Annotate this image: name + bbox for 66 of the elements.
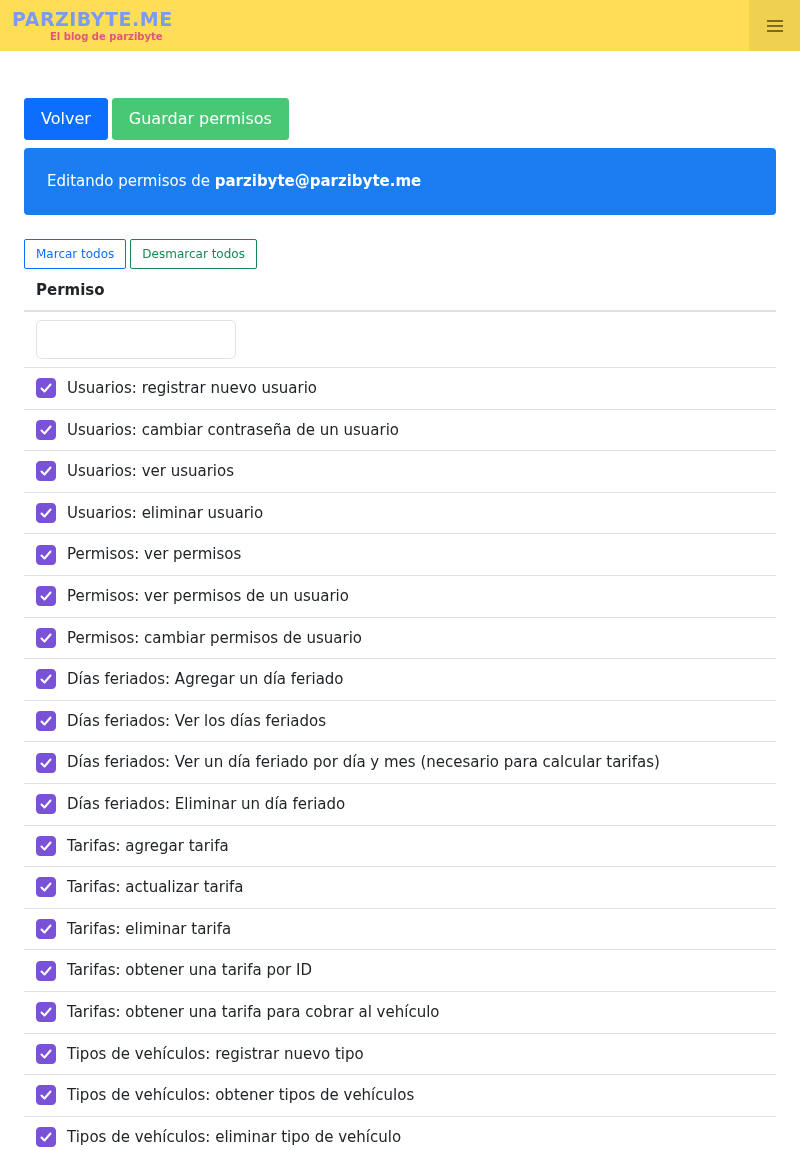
check-icon xyxy=(39,922,53,936)
checkbox[interactable] xyxy=(36,877,56,898)
menu-icon xyxy=(766,19,783,32)
check-icon xyxy=(39,963,53,978)
check-icon xyxy=(39,589,53,604)
check-icon xyxy=(39,1088,53,1103)
check-icon xyxy=(39,672,53,687)
checkbox[interactable] xyxy=(36,960,56,981)
permission-label: Tarifas: obtener una tarifa para cobrar al vehículo xyxy=(67,1001,440,1023)
permission-label: Días feriados: Ver los días feriados xyxy=(67,710,327,732)
permission-label: Tipos de vehículos: obtener tipos de vehículos xyxy=(67,1085,415,1107)
check-icon xyxy=(39,464,53,479)
permission-label: Usuarios: eliminar usuario xyxy=(67,502,264,524)
permission-label: Tarifas: agregar tarifa xyxy=(67,835,229,857)
check-icon xyxy=(39,838,53,853)
checkbox[interactable] xyxy=(36,419,56,440)
check-icon xyxy=(39,381,53,396)
permission-label: Tipos de vehículos: eliminar tipo de vehículo xyxy=(67,1126,402,1148)
checkbox[interactable] xyxy=(36,544,56,565)
check-icon xyxy=(39,1046,53,1061)
check-icon xyxy=(39,1130,53,1144)
checkbox[interactable] xyxy=(36,1002,56,1023)
checkbox[interactable] xyxy=(36,627,56,648)
checkbox[interactable] xyxy=(36,835,56,856)
permission-label: Permisos: ver permisos xyxy=(67,544,242,566)
permission-label: Usuarios: cambiar contraseña de un usuario xyxy=(67,419,400,441)
permission-label: Tarifas: eliminar tarifa xyxy=(67,918,232,940)
checkbox[interactable] xyxy=(36,1127,56,1147)
permission-label: Usuarios: registrar nuevo usuario xyxy=(67,378,317,400)
permission-label: Tarifas: actualizar tarifa xyxy=(67,877,244,899)
checkbox[interactable] xyxy=(36,461,56,482)
permission-label: Días feriados: Eliminar un día feriado xyxy=(67,794,346,815)
menu-button[interactable] xyxy=(749,0,800,51)
column-header: Permiso xyxy=(24,268,776,312)
checkbox[interactable] xyxy=(36,503,56,524)
site-tagline: El blog de parzibyte xyxy=(50,30,164,44)
checkbox[interactable] xyxy=(36,752,56,773)
check-icon xyxy=(39,755,53,770)
checkbox[interactable] xyxy=(36,586,56,607)
checkbox[interactable] xyxy=(36,919,56,939)
info-alert: Editando permisos de parzibyte@parzibyte.me xyxy=(24,148,776,215)
permission-label: Días feriados: Agregar un día feriado xyxy=(67,669,344,691)
back-button[interactable]: Volver xyxy=(24,98,108,140)
checkbox[interactable] xyxy=(36,378,56,399)
permission-label: Días feriados: Ver un día feriado por día y mes (necesario para calcular tarifas) xyxy=(67,752,660,774)
check-icon xyxy=(39,506,53,521)
permission-label: Permisos: cambiar permisos de usuario xyxy=(67,627,362,649)
check-icon xyxy=(39,630,53,645)
permission-label: Tipos de vehículos: registrar nuevo tipo xyxy=(67,1043,364,1065)
check-icon xyxy=(39,880,53,895)
check-icon xyxy=(39,422,53,437)
permission-label: Tarifas: obtener una tarifa por ID xyxy=(67,960,313,982)
checkbox[interactable] xyxy=(36,711,56,732)
filter-field[interactable] xyxy=(36,320,236,359)
checkbox[interactable] xyxy=(36,1085,56,1106)
checkbox[interactable] xyxy=(36,1043,56,1064)
checkbox[interactable] xyxy=(36,669,56,690)
select-all-button[interactable]: Marcar todos xyxy=(24,238,127,269)
deselect-all-button[interactable]: Desmarcar todos xyxy=(130,238,257,269)
permission-label: Permisos: ver permisos de un usuario xyxy=(67,586,349,607)
check-icon xyxy=(39,797,53,812)
permission-label: Usuarios: ver usuarios xyxy=(67,461,235,483)
check-icon xyxy=(39,547,53,562)
check-icon xyxy=(39,1005,53,1020)
check-icon xyxy=(39,714,53,729)
checkbox[interactable] xyxy=(36,794,56,815)
